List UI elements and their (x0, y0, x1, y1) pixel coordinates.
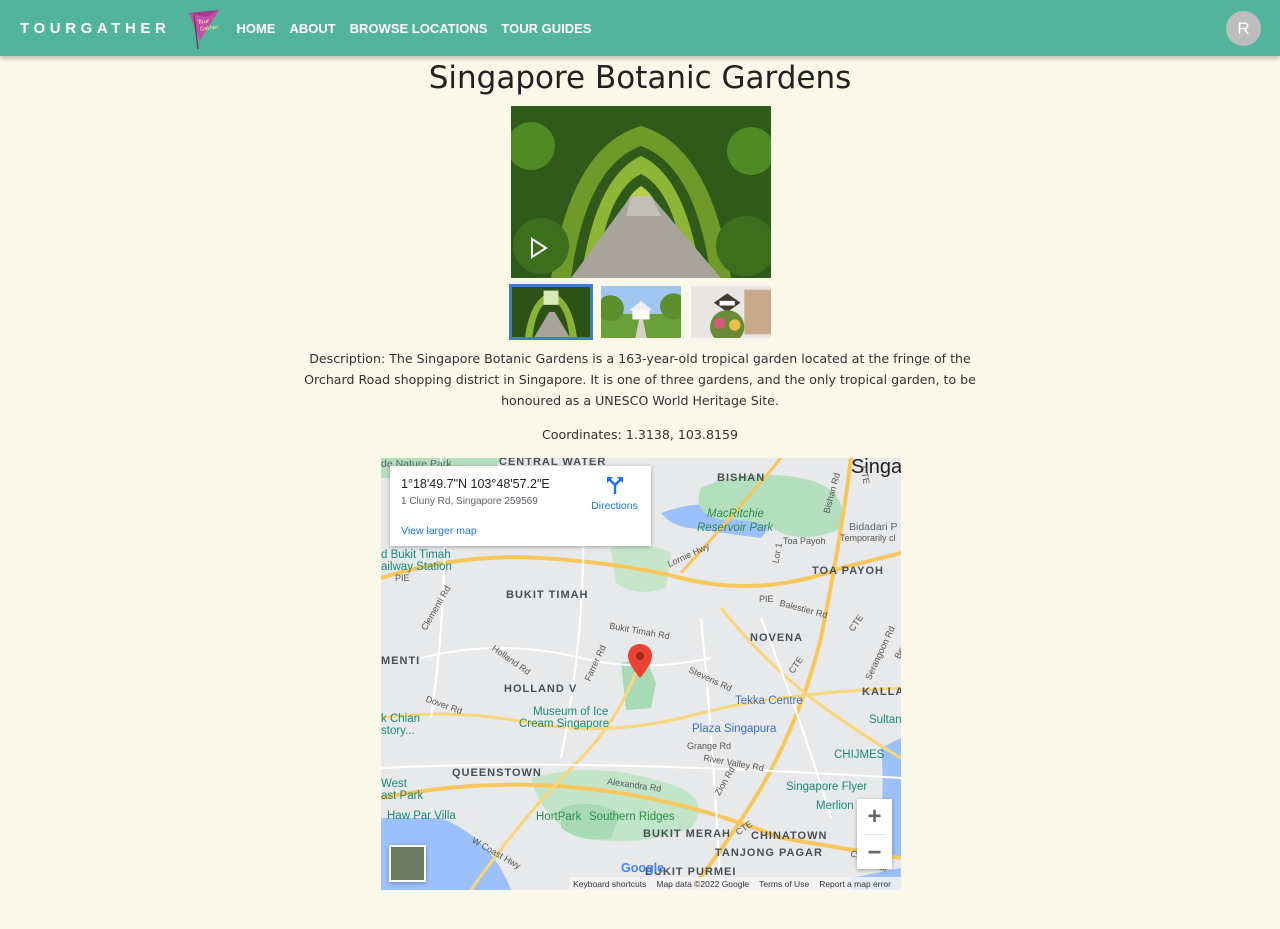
map-label-macritchie-1: MacRitchie (707, 508, 764, 520)
map-label-west-1: West (381, 778, 407, 790)
nav-links: HOME ABOUT BROWSE LOCATIONS TOUR GUIDES (236, 21, 605, 36)
nav-link-tour-guides[interactable]: TOUR GUIDES (501, 21, 591, 36)
map-label-museum-ice-cream-2: Cream Singapore (519, 718, 610, 730)
map-label-pie-left: PIE (395, 573, 410, 583)
map-label-temporarily: Temporarily cl (840, 533, 896, 543)
flag-logo-icon[interactable]: Tour Gather (186, 7, 220, 50)
location-pin-icon[interactable] (628, 644, 652, 678)
gallery-thumbnails (509, 284, 779, 340)
map-label-west-2: ast Park (381, 790, 424, 802)
map-data-attribution: Map data ©2022 Google (656, 878, 750, 889)
nav-link-home[interactable]: HOME (236, 21, 275, 36)
thumbnail-vine-arch[interactable] (509, 284, 593, 340)
zoom-in-button[interactable]: + (857, 799, 892, 834)
location-coordinates: Coordinates: 1.3138, 103.8159 (541, 427, 738, 442)
map-label-holland-v: HOLLAND V (504, 683, 578, 695)
map-label-grange-rd: Grange Rd (687, 741, 732, 751)
map-label-singapore-flyer: Singapore Flyer (786, 781, 868, 793)
nav-link-browse-locations[interactable]: BROWSE LOCATIONS (350, 21, 488, 36)
directions-label: Directions (591, 500, 638, 512)
thumbnail-garden-entrance[interactable] (689, 284, 773, 340)
map-label-tanjong-pagar: TANJONG PAGAR (715, 847, 823, 859)
map-label-toa-payoh-rd: Toa Payoh (783, 536, 826, 546)
report-map-error-link[interactable]: Report a map error (819, 879, 891, 889)
zoom-out-button[interactable]: − (857, 835, 892, 870)
google-logo-text: Google (621, 861, 665, 875)
user-avatar[interactable]: R (1226, 11, 1261, 46)
thumbnail-heritage-pavilion[interactable] (599, 284, 683, 340)
map-label-tekka-centre: Tekka Centre (735, 695, 803, 707)
map-label-novena: NOVENA (750, 632, 804, 644)
map-label-chijmes: CHIJMES (834, 749, 885, 761)
map-label-bukit-merah: BUKIT MERAH (643, 828, 731, 840)
map-label-southern-ridges: Southern Ridges (589, 811, 675, 823)
map-label-chinatown: CHINATOWN (751, 830, 828, 842)
map-info-coordinates: 1°18'49.7"N 103°48'57.2"E (401, 477, 550, 491)
terms-of-use-link[interactable]: Terms of Use (759, 879, 809, 889)
navbar: TOURGATHER Tour Gather HOME ABOUT BROWSE… (0, 0, 1280, 56)
map-info-card: 1°18'49.7"N 103°48'57.2"E 1 Cluny Rd, Si… (390, 466, 651, 546)
keyboard-shortcuts-link[interactable]: Keyboard shortcuts (573, 879, 646, 889)
map-label-sultan: Sultan (869, 714, 901, 726)
map-label-menti: MENTI (381, 655, 421, 667)
google-logo: Google (621, 861, 664, 875)
map-label-bishan: BISHAN (717, 472, 766, 484)
map-label-kalla: KALLA (862, 686, 901, 698)
map-label-hap-chian-1: k Chian (381, 713, 420, 725)
map-label-plaza-singapura: Plaza Singapura (692, 723, 777, 735)
location-description: Description: The Singapore Botanic Garde… (304, 351, 976, 408)
map-label-bukit-timah-station-2: ailway Station (381, 561, 452, 573)
map-label-hap-chian-2: story... (381, 725, 415, 737)
map-label-haw-par-villa: Haw Par Villa (387, 810, 456, 822)
map-label-macritchie-2: Reservoir Park (697, 522, 774, 534)
directions-icon (606, 477, 624, 498)
map-zoom-control: + − (857, 799, 892, 869)
map-label-hortpark: HortPark (536, 811, 582, 823)
map-label-pie-mid: PIE (759, 594, 774, 604)
avatar-initial: R (1237, 18, 1250, 38)
map-label-bukit-timah: BUKIT TIMAH (506, 589, 589, 601)
directions-button[interactable]: Directions (587, 476, 642, 512)
page-title: Singapore Botanic Gardens (428, 60, 852, 96)
view-larger-map-link[interactable]: View larger map (401, 525, 477, 537)
map-label-bidadari: Bidadari P (849, 521, 898, 533)
main-gallery-image[interactable] (511, 106, 771, 278)
map-footer: Keyboard shortcuts Map data ©2022 Google… (569, 877, 901, 890)
map-label-queenstown: QUEENSTOWN (452, 767, 542, 779)
map-info-address: 1 Cluny Rd, Singapore 259569 (401, 496, 538, 507)
map-label-merlion: Merlion (816, 800, 854, 812)
map-label-toa-payoh: TOA PAYOH (812, 565, 884, 577)
satellite-layer-toggle[interactable] (389, 845, 426, 882)
play-icon[interactable] (530, 237, 548, 259)
map-label-bukit-timah-station-1: d Bukit Timah (381, 549, 451, 561)
nav-link-about[interactable]: ABOUT (289, 21, 335, 36)
map-label-museum-ice-cream-1: Museum of Ice (533, 706, 609, 718)
embedded-map[interactable]: de Nature Park CENTRAL WATER Singa BISHA… (381, 458, 901, 890)
brand-name[interactable]: TOURGATHER (20, 20, 170, 37)
